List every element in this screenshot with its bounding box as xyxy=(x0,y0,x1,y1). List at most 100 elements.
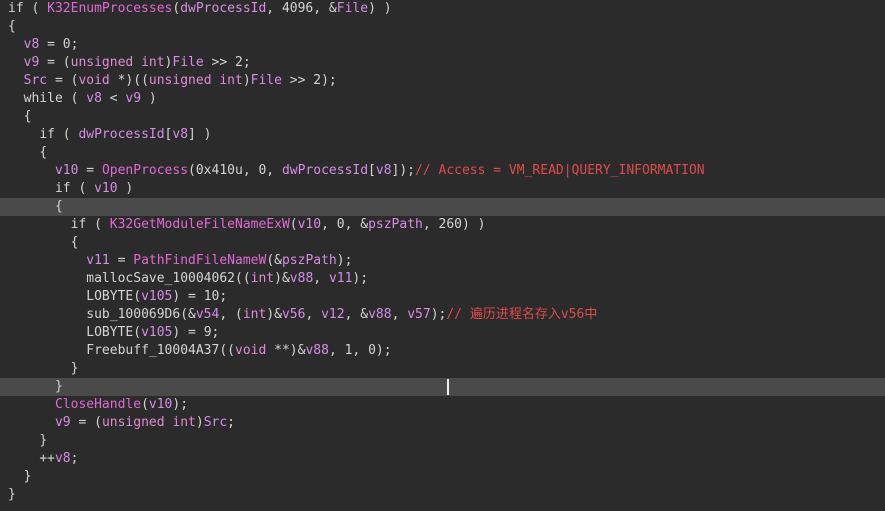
code-text[interactable]: ); xyxy=(337,253,353,268)
identifier[interactable]: v9 xyxy=(55,415,71,430)
code-text[interactable]: (& xyxy=(266,253,282,268)
code-line[interactable]: v10 = OpenProcess(0x410u, 0, dwProcessId… xyxy=(0,162,885,180)
type-keyword[interactable]: void xyxy=(235,343,266,358)
identifier[interactable]: v10 xyxy=(298,217,321,232)
code-text[interactable]: if ( xyxy=(71,217,110,232)
code-text[interactable]: Freebuff_10004A37(( xyxy=(86,343,235,358)
code-line[interactable]: ++v8; xyxy=(0,450,885,468)
code-text[interactable]: )& xyxy=(274,271,290,286)
code-line[interactable]: if ( v10 ) xyxy=(0,180,885,198)
identifier[interactable]: v8 xyxy=(376,163,392,178)
identifier[interactable]: dwProcessId xyxy=(282,163,368,178)
code-line[interactable]: Freebuff_10004A37((void **)&v88, 1, 0); xyxy=(0,342,885,360)
code-text[interactable]: ) ) xyxy=(368,1,391,16)
function-name[interactable]: K32GetModuleFileNameExW xyxy=(110,217,290,232)
code-text[interactable]: ) = 9; xyxy=(172,325,219,340)
code-text[interactable]: { xyxy=(55,199,63,214)
identifier[interactable]: v8 xyxy=(55,451,71,466)
code-text[interactable]: , xyxy=(305,307,321,322)
identifier[interactable]: Src xyxy=(24,73,47,88)
code-text[interactable]: if ( xyxy=(8,1,47,16)
pseudocode-view[interactable]: if ( K32EnumProcesses(dwProcessId, 4096,… xyxy=(0,0,885,504)
code-text[interactable]: ] ) xyxy=(188,127,211,142)
code-text[interactable]: LOBYTE( xyxy=(86,289,141,304)
code-text[interactable]: ); xyxy=(431,307,447,322)
code-text[interactable]: ) xyxy=(196,415,204,430)
identifier[interactable]: v105 xyxy=(141,325,172,340)
identifier[interactable]: v57 xyxy=(407,307,430,322)
code-text[interactable]: , 0, & xyxy=(321,217,368,232)
identifier[interactable]: v88 xyxy=(290,271,313,286)
code-text[interactable]: } xyxy=(55,379,63,394)
code-line[interactable]: v9 = (unsigned int)File >> 2; xyxy=(0,54,885,72)
code-text[interactable]: mallocSave_10004062(( xyxy=(86,271,250,286)
code-line[interactable]: v11 = PathFindFileNameW(&pszPath); xyxy=(0,252,885,270)
code-text[interactable]: , 260) ) xyxy=(423,217,486,232)
code-text[interactable]: , 1, 0); xyxy=(329,343,392,358)
code-text[interactable]: ++ xyxy=(39,451,55,466)
code-line[interactable]: LOBYTE(v105) = 9; xyxy=(0,324,885,342)
identifier[interactable]: v9 xyxy=(24,55,40,70)
code-text[interactable]: [ xyxy=(368,163,376,178)
code-text[interactable]: , xyxy=(313,271,329,286)
identifier[interactable]: File xyxy=(337,1,368,16)
identifier[interactable]: v105 xyxy=(141,289,172,304)
code-text[interactable]: < xyxy=(102,91,125,106)
code-line[interactable]: sub_100069D6(&v54, (int)&v56, v12, &v88,… xyxy=(0,306,885,324)
identifier[interactable]: v54 xyxy=(196,307,219,322)
code-text[interactable]: ) xyxy=(118,181,133,196)
code-text[interactable]: } xyxy=(8,487,16,502)
code-text[interactable]: >> 2); xyxy=(282,73,337,88)
identifier[interactable]: v11 xyxy=(86,253,109,268)
code-text[interactable]: ); xyxy=(352,271,368,286)
code-text[interactable]: sub_100069D6(& xyxy=(86,307,196,322)
code-text[interactable]: LOBYTE( xyxy=(86,325,141,340)
code-text[interactable]: , & xyxy=(345,307,368,322)
identifier[interactable]: Src xyxy=(204,415,227,430)
identifier[interactable]: dwProcessId xyxy=(180,1,266,16)
code-text[interactable]: **)& xyxy=(266,343,305,358)
code-text[interactable]: if ( xyxy=(39,127,78,142)
code-text[interactable]: ]); xyxy=(392,163,415,178)
code-text[interactable]: } xyxy=(24,469,32,484)
identifier[interactable]: v10 xyxy=(55,163,78,178)
code-line[interactable]: if ( K32GetModuleFileNameExW(v10, 0, &ps… xyxy=(0,216,885,234)
code-text[interactable]: , xyxy=(392,307,408,322)
code-text[interactable]: = 0; xyxy=(39,37,78,52)
code-text[interactable]: *)(( xyxy=(110,73,149,88)
code-line[interactable]: Src = (void *)((unsigned int)File >> 2); xyxy=(0,72,885,90)
code-text[interactable]: ); xyxy=(172,397,188,412)
function-name[interactable]: CloseHandle xyxy=(55,397,141,412)
code-text[interactable]: )& xyxy=(266,307,282,322)
identifier[interactable]: v8 xyxy=(24,37,40,52)
code-text[interactable]: ( xyxy=(290,217,298,232)
code-line[interactable]: { xyxy=(0,108,885,126)
code-text[interactable]: = ( xyxy=(39,55,71,70)
type-keyword[interactable]: int xyxy=(251,271,274,286)
code-line[interactable]: mallocSave_10004062((int)&v88, v11); xyxy=(0,270,885,288)
code-line[interactable]: } xyxy=(0,468,885,486)
code-line[interactable]: } xyxy=(0,360,885,378)
code-line[interactable]: } xyxy=(0,432,885,450)
function-name[interactable]: PathFindFileNameW xyxy=(133,253,266,268)
code-line[interactable]: { xyxy=(0,234,885,252)
identifier[interactable]: v12 xyxy=(321,307,344,322)
identifier[interactable]: v10 xyxy=(149,397,172,412)
code-text[interactable]: { xyxy=(8,19,16,34)
code-line[interactable]: v9 = (unsigned int)Src; xyxy=(0,414,885,432)
code-text[interactable]: ) xyxy=(141,91,157,106)
identifier[interactable]: v8 xyxy=(172,127,188,142)
code-text[interactable]: (0x410u, 0, xyxy=(188,163,282,178)
code-comment[interactable]: // 遍历进程名存入v56中 xyxy=(446,307,597,322)
code-text[interactable]: , ( xyxy=(219,307,242,322)
code-text[interactable]: = ( xyxy=(47,73,79,88)
type-keyword[interactable]: int xyxy=(243,307,266,322)
code-line[interactable]: } xyxy=(0,486,885,504)
code-text[interactable]: = ( xyxy=(71,415,102,430)
code-text[interactable]: ) = 10; xyxy=(172,289,227,304)
code-text[interactable]: = xyxy=(78,163,101,178)
function-name[interactable]: K32EnumProcesses xyxy=(47,1,172,16)
code-text[interactable]: = xyxy=(110,253,133,268)
identifier[interactable]: v88 xyxy=(305,343,328,358)
identifier[interactable]: dwProcessId xyxy=(78,127,164,142)
